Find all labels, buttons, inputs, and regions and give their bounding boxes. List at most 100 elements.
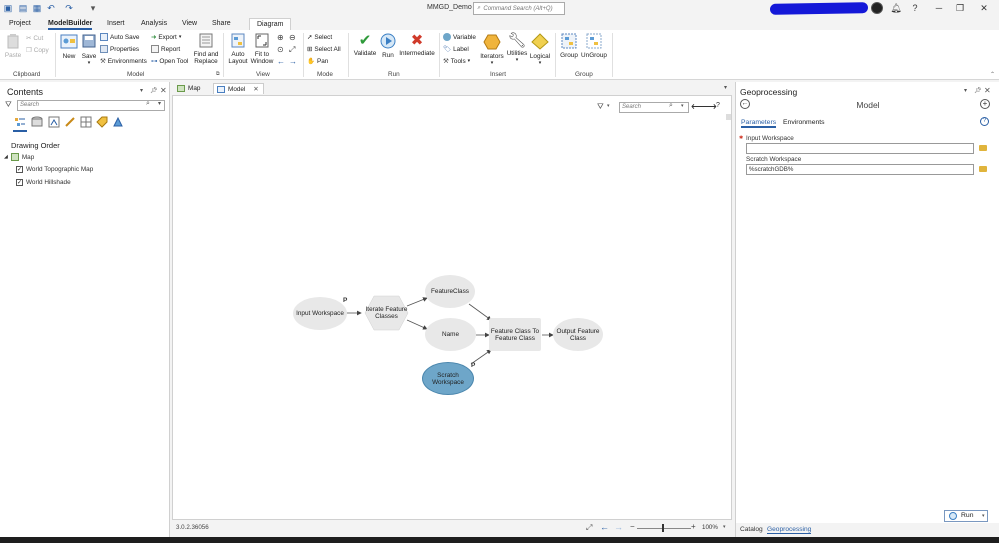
- new-model-button[interactable]: New: [59, 33, 79, 60]
- customize-quick-access-icon[interactable]: ▾: [88, 3, 98, 13]
- open-tool-button[interactable]: ⊶ Open Tool: [151, 57, 188, 66]
- layer-world-topographic-map[interactable]: ✓ World Topographic Map: [16, 166, 93, 173]
- scratch-workspace-node[interactable]: Scratch Workspace: [422, 362, 474, 395]
- search-options-chevron-icon[interactable]: ▾: [158, 100, 161, 107]
- input-workspace-node[interactable]: Input Workspace: [293, 297, 347, 330]
- utilities-button[interactable]: 🔧︎ Utilities ▾: [505, 33, 529, 64]
- previous-extent-icon[interactable]: ←: [277, 57, 285, 66]
- layer-visibility-checkbox[interactable]: ✓: [16, 179, 23, 186]
- full-extent-icon[interactable]: ⤢: [289, 45, 295, 55]
- layer-world-hillshade[interactable]: ✓ World Hillshade: [16, 179, 71, 186]
- tab-analysis[interactable]: Analysis: [141, 18, 167, 30]
- model-canvas[interactable]: ⛛ ▾ Search ⌕ ▾ ⟵ ⟶ ? Input Workspace P I…: [172, 95, 732, 520]
- zoom-slider-handle[interactable]: [662, 524, 664, 532]
- tools-button[interactable]: ⚒ Tools ▾: [443, 57, 470, 66]
- zoom-out-button[interactable]: −: [630, 522, 635, 531]
- redo-icon[interactable]: ↷: [64, 3, 74, 13]
- zoom-slider-track[interactable]: [637, 528, 691, 529]
- pin-icon[interactable]: 📌︎: [150, 87, 158, 94]
- group-button[interactable]: Group: [559, 33, 579, 59]
- intermediate-button[interactable]: ✖ Intermediate: [398, 33, 436, 58]
- list-by-editing-icon[interactable]: [64, 116, 76, 128]
- tab-environments[interactable]: Environments: [783, 119, 825, 126]
- tab-share[interactable]: Share: [212, 18, 231, 30]
- view-menu-chevron-icon[interactable]: ▾: [724, 84, 727, 91]
- fit-extent-icon[interactable]: ⤢: [586, 523, 592, 533]
- pane-menu-chevron-icon[interactable]: ▾: [964, 87, 967, 94]
- run-tool-button[interactable]: Run ▾: [944, 510, 988, 522]
- open-project-icon[interactable]: ▤: [18, 3, 28, 13]
- zoom-chevron-icon[interactable]: ▾: [723, 524, 726, 530]
- close-tab-icon[interactable]: ✕: [253, 86, 258, 93]
- add-icon[interactable]: +: [980, 99, 990, 109]
- paste-button[interactable]: Paste: [4, 33, 22, 59]
- close-window-button[interactable]: ✕: [977, 2, 991, 14]
- select-all-button[interactable]: ⊞ Select All: [307, 45, 341, 54]
- command-search-input[interactable]: ⌕ Command Search (Alt+Q): [473, 2, 565, 15]
- run-model-button[interactable]: Run: [378, 33, 398, 59]
- auto-layout-button[interactable]: Auto Layout: [227, 33, 249, 65]
- save-model-button[interactable]: Save ▾: [81, 33, 97, 67]
- tab-diagram[interactable]: Diagram: [249, 18, 292, 30]
- iterators-button[interactable]: Iterators ▾: [479, 33, 505, 67]
- ungroup-button[interactable]: UnGroup: [580, 33, 608, 59]
- tab-modelbuilder[interactable]: ModelBuilder: [48, 18, 93, 30]
- tab-geoprocessing[interactable]: Geoprocessing: [767, 526, 812, 534]
- tab-map-view[interactable]: Map: [174, 83, 204, 94]
- pin-icon[interactable]: 📌︎: [974, 87, 982, 94]
- list-by-labeling-icon[interactable]: [96, 116, 108, 128]
- copy-button[interactable]: ❐ Copy: [26, 46, 49, 55]
- save-project-icon[interactable]: ▦: [32, 3, 42, 13]
- undo-icon[interactable]: ↶: [46, 3, 56, 13]
- maximize-button[interactable]: ❐: [953, 2, 967, 14]
- help-button[interactable]: ?: [908, 2, 922, 14]
- fixed-zoom-icon[interactable]: ⊙: [277, 45, 284, 54]
- properties-button[interactable]: Properties: [100, 45, 139, 53]
- dialog-launcher-icon[interactable]: ⧉: [216, 71, 220, 77]
- output-feature-class-node[interactable]: Output Feature Class: [553, 318, 603, 351]
- scratch-workspace-field[interactable]: %scratchGDB%: [746, 164, 974, 175]
- list-by-selection-icon[interactable]: [48, 116, 60, 128]
- feature-class-to-feature-class-tool[interactable]: Feature Class To Feature Class: [489, 318, 541, 351]
- zoom-out-icon[interactable]: ⊖: [289, 33, 296, 42]
- list-by-drawing-order-icon[interactable]: [14, 116, 26, 128]
- select-button[interactable]: ➚ Select: [307, 33, 332, 42]
- list-by-snapping-icon[interactable]: [80, 116, 92, 128]
- run-options-chevron-icon[interactable]: ▾: [982, 511, 985, 521]
- tab-parameters[interactable]: Parameters: [741, 119, 777, 128]
- featureclass-variable-node[interactable]: FeatureClass: [425, 275, 475, 308]
- tab-model-view[interactable]: Model ✕: [213, 83, 264, 94]
- name-variable-node[interactable]: Name: [425, 318, 476, 351]
- validate-button[interactable]: ✔ Validate: [352, 33, 378, 58]
- next-extent-arrow-icon[interactable]: →: [614, 522, 623, 532]
- minimize-button[interactable]: ─: [932, 2, 946, 14]
- zoom-in-icon[interactable]: ⊕: [277, 33, 284, 42]
- close-pane-button[interactable]: ✕: [984, 86, 991, 95]
- tab-project[interactable]: Project: [9, 18, 31, 30]
- fit-to-window-button[interactable]: Fit to Window: [250, 33, 274, 65]
- find-and-replace-button[interactable]: Find and Replace: [193, 33, 219, 65]
- tab-catalog[interactable]: Catalog: [740, 526, 763, 533]
- tab-view[interactable]: View: [182, 18, 197, 30]
- iterate-feature-classes-label[interactable]: Iterate Feature Classes: [365, 296, 408, 330]
- layer-visibility-checkbox[interactable]: ✓: [16, 166, 23, 173]
- report-button[interactable]: Report: [151, 45, 180, 53]
- list-by-source-icon[interactable]: [31, 116, 43, 128]
- environments-button[interactable]: ⚒ Environments: [100, 57, 147, 66]
- close-pane-button[interactable]: ✕: [160, 86, 167, 95]
- expand-triangle-icon[interactable]: ◢: [4, 154, 8, 160]
- map-node[interactable]: ◢ Map: [4, 153, 34, 161]
- avatar[interactable]: [871, 2, 883, 14]
- contents-search-input[interactable]: Search: [17, 100, 165, 111]
- logical-button[interactable]: Logical ▾: [529, 33, 551, 67]
- zoom-in-button[interactable]: +: [691, 522, 696, 531]
- pane-menu-chevron-icon[interactable]: ▾: [140, 87, 143, 94]
- previous-extent-arrow-icon[interactable]: ←: [600, 522, 609, 532]
- notifications-bell-icon[interactable]: 🔔︎: [889, 2, 903, 14]
- next-extent-icon[interactable]: →: [289, 57, 297, 66]
- help-icon[interactable]: ?: [980, 117, 989, 126]
- collapse-ribbon-icon[interactable]: ⌃: [990, 71, 995, 78]
- pan-button[interactable]: ✋ Pan: [307, 57, 328, 66]
- cut-button[interactable]: ✂ Cut: [26, 34, 43, 43]
- tab-insert[interactable]: Insert: [107, 18, 125, 30]
